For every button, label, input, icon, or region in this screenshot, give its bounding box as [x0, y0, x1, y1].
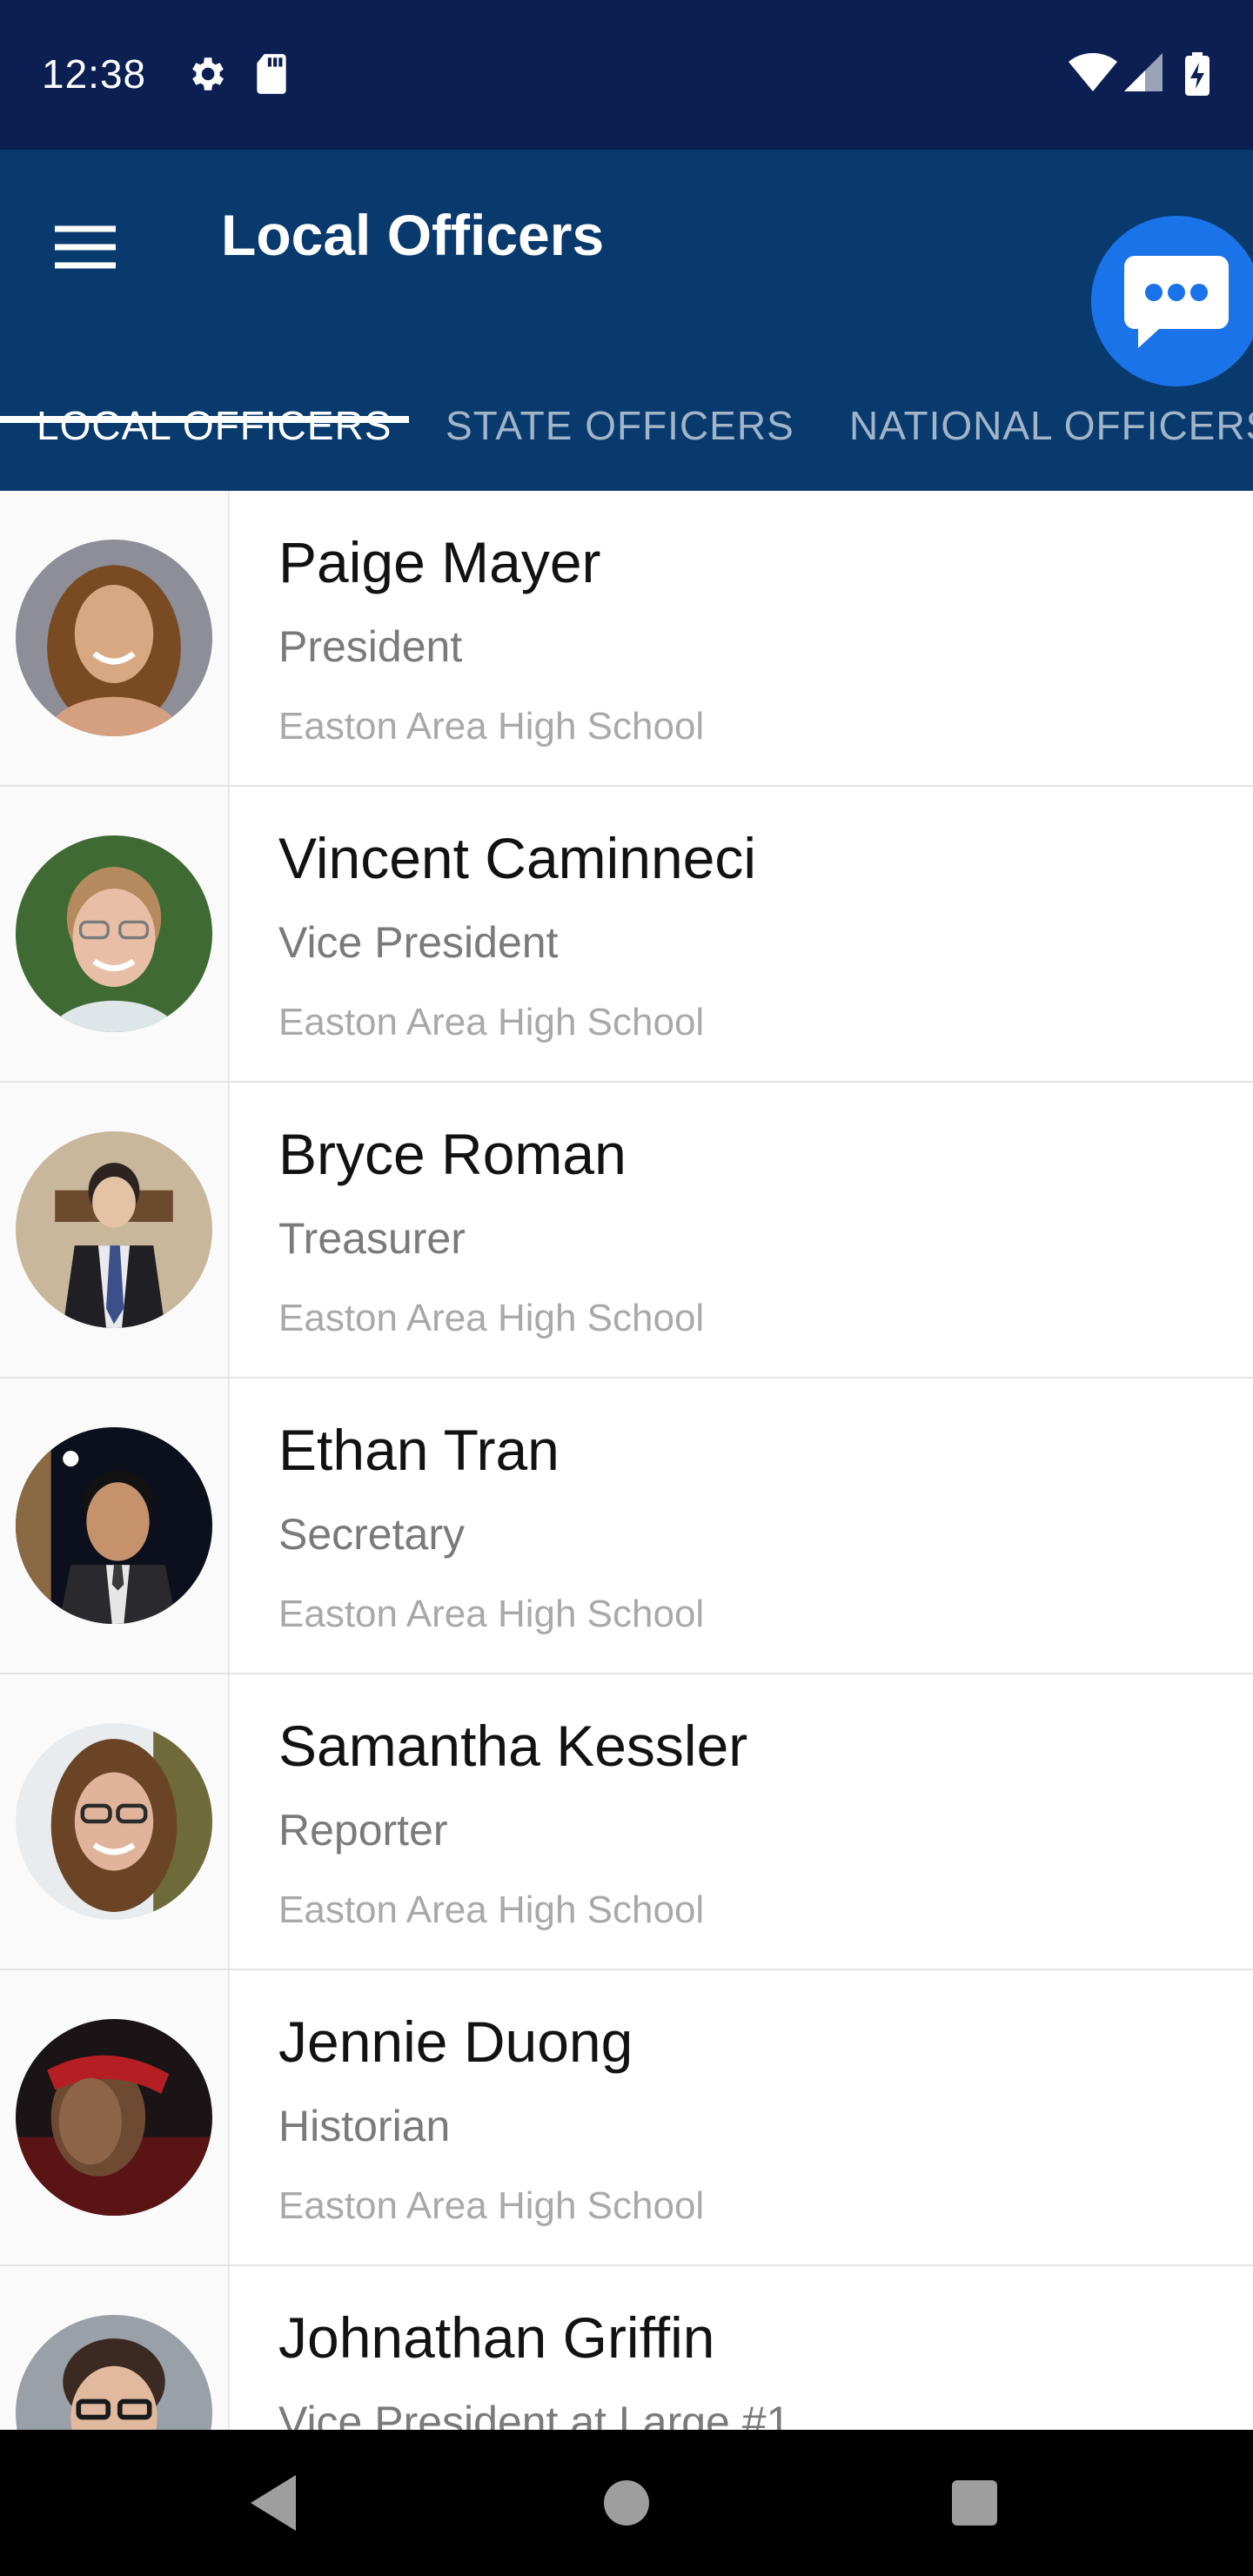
officer-list: Paige Mayer President Easton Area High S… — [0, 491, 1253, 2430]
officer-role: Reporter — [278, 1806, 448, 1855]
officer-name: Ethan Tran — [278, 1418, 559, 1482]
wifi-icon — [1069, 52, 1117, 91]
tab-national-officers[interactable]: NATIONAL OFFICERS — [849, 367, 1253, 491]
sd-card-icon — [257, 54, 286, 94]
avatar — [16, 540, 212, 736]
officer-row-vincent-caminneci[interactable]: Vincent Caminneci Vice President Easton … — [0, 787, 1253, 1083]
officer-role: Vice President — [278, 918, 559, 967]
back-triangle-icon[interactable] — [240, 2468, 310, 2538]
status-bar: 12:38 — [0, 0, 1253, 150]
battery-charging-icon — [1185, 52, 1209, 96]
chat-fab-button[interactable] — [1091, 216, 1253, 386]
officer-school: Easton Area High School — [278, 705, 705, 748]
hamburger-menu-icon[interactable] — [49, 211, 122, 284]
avatar — [16, 1427, 212, 1624]
officer-role: Vice President at Large #1 — [278, 2398, 791, 2430]
officer-row-johnathan-griffin[interactable]: Johnathan Griffin Vice President at Larg… — [0, 2266, 1253, 2430]
app-bar: Local Officers LOCAL OFFICERS STATE OFFI… — [0, 150, 1253, 491]
officer-school: Easton Area High School — [278, 1297, 705, 1339]
system-navigation-bar — [0, 2430, 1253, 2576]
tab-bar: LOCAL OFFICERS STATE OFFICERS NATIONAL O… — [0, 367, 1253, 491]
officer-name: Samantha Kessler — [278, 1714, 748, 1778]
recents-square-icon[interactable] — [940, 2468, 1009, 2538]
officer-school: Easton Area High School — [278, 1888, 705, 1931]
officer-name: Jennie Duong — [278, 2009, 633, 2074]
avatar — [16, 1131, 212, 1328]
tab-state-officers[interactable]: STATE OFFICERS — [446, 367, 794, 491]
officer-name: Paige Mayer — [278, 530, 601, 594]
officer-row-bryce-roman[interactable]: Bryce Roman Treasurer Easton Area High S… — [0, 1083, 1253, 1379]
officer-name: Vincent Caminneci — [278, 826, 757, 890]
officer-name: Bryce Roman — [278, 1122, 626, 1186]
officer-school: Easton Area High School — [278, 2184, 705, 2227]
officer-role: Secretary — [278, 1510, 465, 1559]
officer-row-samantha-kessler[interactable]: Samantha Kessler Reporter Easton Area Hi… — [0, 1674, 1253, 1970]
officer-role: President — [278, 622, 463, 671]
officer-school: Easton Area High School — [278, 1593, 705, 1635]
active-tab-indicator — [0, 416, 409, 423]
avatar — [16, 2019, 212, 2216]
chat-bubble-icon — [1124, 256, 1229, 348]
officer-row-jennie-duong[interactable]: Jennie Duong Historian Easton Area High … — [0, 1970, 1253, 2266]
avatar — [16, 835, 212, 1032]
officer-role: Historian — [278, 2102, 451, 2150]
officer-row-ethan-tran[interactable]: Ethan Tran Secretary Easton Area High Sc… — [0, 1379, 1253, 1674]
officer-role: Treasurer — [278, 1214, 466, 1263]
cell-signal-icon — [1124, 53, 1163, 91]
tab-local-officers[interactable]: LOCAL OFFICERS — [37, 367, 392, 491]
settings-gear-icon — [192, 57, 224, 91]
avatar — [16, 2315, 212, 2430]
home-circle-icon[interactable] — [592, 2468, 661, 2538]
page-title: Local Officers — [221, 203, 605, 267]
avatar — [16, 1723, 212, 1920]
officer-name: Johnathan Griffin — [278, 2305, 715, 2370]
status-time: 12:38 — [42, 51, 147, 97]
officer-school: Easton Area High School — [278, 1001, 705, 1043]
officer-row-paige-mayer[interactable]: Paige Mayer President Easton Area High S… — [0, 491, 1253, 787]
